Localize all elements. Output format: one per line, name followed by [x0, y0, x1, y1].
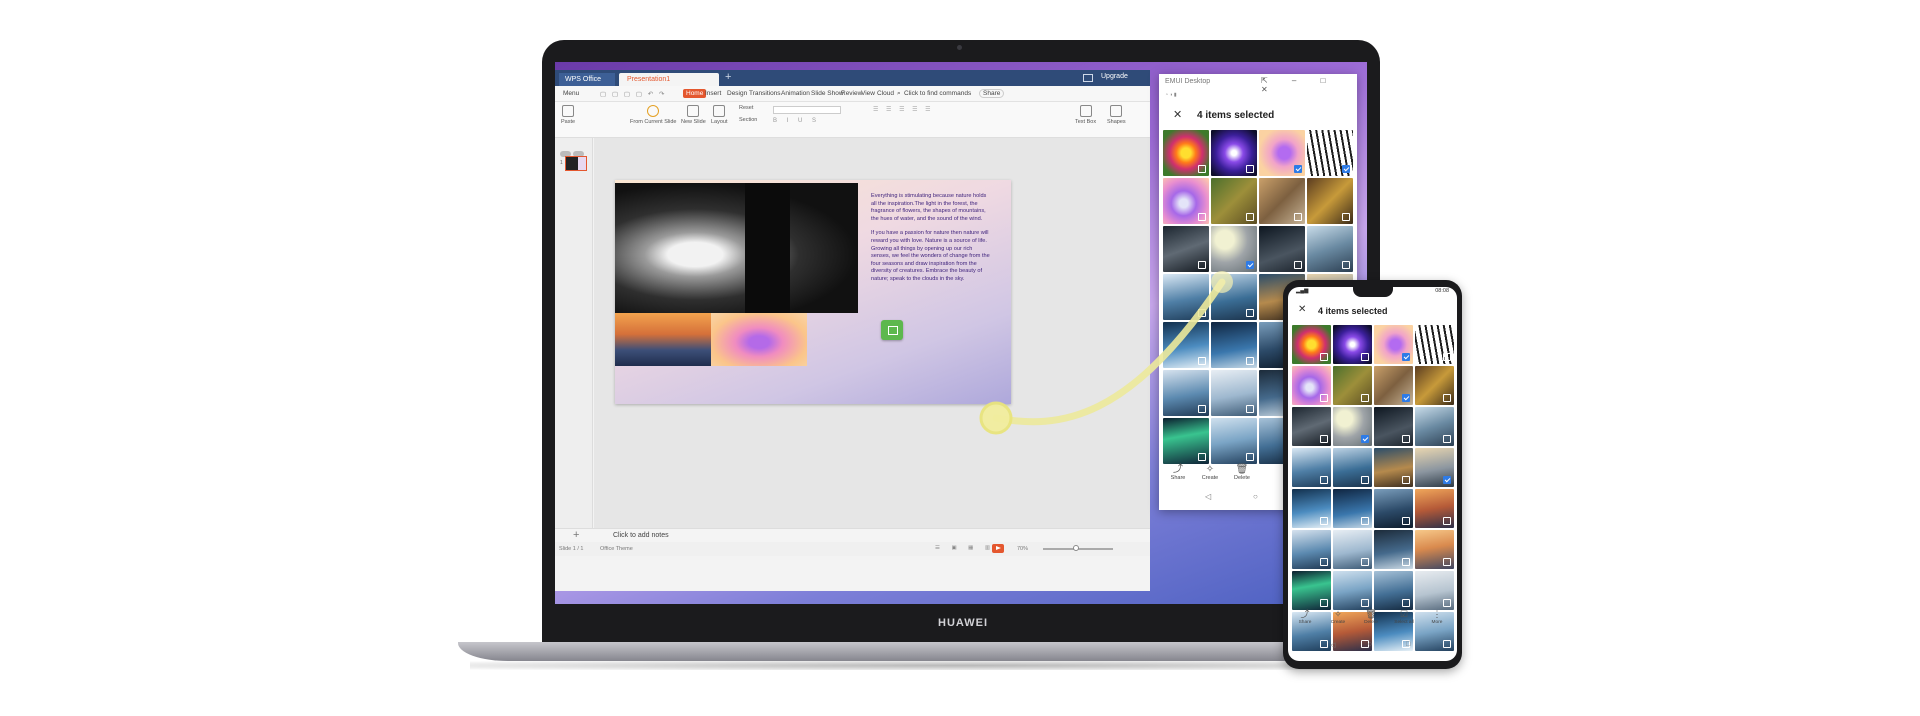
- checkbox-icon[interactable]: [1443, 517, 1451, 525]
- checkbox-icon[interactable]: [1402, 517, 1410, 525]
- phone-action-bar: ⤴ Share ✧ Create 🗑 Delete ☑ Select all ⋮ More: [1288, 609, 1457, 633]
- phone-select-all-button[interactable]: ☑ Select all: [1391, 609, 1417, 625]
- phone-photo-tile[interactable]: [1374, 325, 1413, 364]
- phone-photo-tile[interactable]: [1374, 448, 1413, 487]
- checkbox-icon[interactable]: [1320, 558, 1328, 566]
- phone-photo-tile[interactable]: [1292, 448, 1331, 487]
- select-all-icon: ☑: [1399, 609, 1409, 619]
- drag-path-overlay: [979, 271, 1233, 435]
- checkbox-icon[interactable]: [1361, 394, 1369, 402]
- checkbox-icon[interactable]: [1361, 517, 1369, 525]
- phone-photo-tile[interactable]: [1292, 489, 1331, 528]
- checkbox-checked-icon[interactable]: [1402, 353, 1410, 361]
- phone-photo-tile[interactable]: [1292, 325, 1331, 364]
- phone-photo-tile[interactable]: [1292, 530, 1331, 569]
- phone-photo-tile[interactable]: [1292, 407, 1331, 446]
- phone-status-bar: ▂▄▆ 08:08: [1296, 288, 1449, 294]
- checkbox-icon[interactable]: [1443, 558, 1451, 566]
- smartphone: ▂▄▆ 08:08 ✕ 4 items selected ⤴ Share ✧ Cre…: [1283, 280, 1462, 669]
- checkbox-icon[interactable]: [1320, 353, 1328, 361]
- checkbox-icon[interactable]: [1443, 394, 1451, 402]
- checkbox-icon[interactable]: [1361, 353, 1369, 361]
- checkbox-icon[interactable]: [1402, 476, 1410, 484]
- drag-touch-point: [979, 401, 1013, 435]
- phone-photo-tile[interactable]: [1333, 325, 1372, 364]
- phone-share-button[interactable]: ⤴ Share: [1292, 609, 1318, 625]
- phone-selection-bar: ✕ 4 items selected: [1288, 301, 1457, 321]
- drag-start-point: [1211, 271, 1233, 293]
- checkbox-icon[interactable]: [1402, 558, 1410, 566]
- phone-nav-bar: ◁ ○ □: [1288, 639, 1457, 653]
- checkbox-icon[interactable]: [1402, 435, 1410, 443]
- drag-path: [992, 278, 1226, 426]
- checkbox-icon[interactable]: [1320, 476, 1328, 484]
- phone-photo-tile[interactable]: [1415, 530, 1454, 569]
- phone-photo-tile[interactable]: [1374, 571, 1413, 610]
- phone-photo-tile[interactable]: [1415, 325, 1454, 364]
- phone-photo-tile[interactable]: [1415, 407, 1454, 446]
- phone-photo-tile[interactable]: [1333, 530, 1372, 569]
- checkbox-checked-icon[interactable]: [1443, 476, 1451, 484]
- phone-delete-label: Delete: [1364, 620, 1378, 625]
- phone-photo-tile[interactable]: [1292, 366, 1331, 405]
- phone-create-label: Create: [1330, 620, 1346, 625]
- phone-photo-tile[interactable]: [1333, 571, 1372, 610]
- checkbox-icon[interactable]: [1443, 599, 1451, 607]
- checkbox-icon[interactable]: [1320, 394, 1328, 402]
- more-icon: ⋮: [1432, 609, 1442, 619]
- phone-delete-button[interactable]: 🗑 Delete: [1358, 609, 1384, 625]
- phone-photo-tile[interactable]: [1292, 571, 1331, 610]
- phone-photo-tile[interactable]: [1415, 448, 1454, 487]
- lightbulb-icon: ✧: [1334, 609, 1342, 619]
- signal-icon: ▂▄▆: [1296, 288, 1309, 294]
- checkbox-icon[interactable]: [1320, 599, 1328, 607]
- phone-photo-tile[interactable]: [1333, 448, 1372, 487]
- back-icon[interactable]: ◁: [1330, 641, 1335, 649]
- phone-clock: 08:08: [1435, 288, 1449, 294]
- checkbox-icon[interactable]: [1361, 558, 1369, 566]
- checkbox-icon[interactable]: [1402, 599, 1410, 607]
- phone-share-label: Share: [1298, 620, 1312, 625]
- phone-photo-grid: [1292, 325, 1454, 651]
- checkbox-icon[interactable]: [1361, 476, 1369, 484]
- checkbox-checked-icon[interactable]: [1361, 435, 1369, 443]
- phone-create-button[interactable]: ✧ Create: [1325, 609, 1351, 625]
- home-icon[interactable]: ○: [1368, 641, 1372, 648]
- phone-photo-tile[interactable]: [1374, 530, 1413, 569]
- checkbox-icon[interactable]: [1443, 353, 1451, 361]
- recents-icon[interactable]: □: [1406, 641, 1410, 648]
- phone-photo-tile[interactable]: [1415, 571, 1454, 610]
- phone-photo-tile[interactable]: [1374, 489, 1413, 528]
- phone-photo-tile[interactable]: [1415, 366, 1454, 405]
- checkbox-icon[interactable]: [1320, 517, 1328, 525]
- phone-select-all-label: Select all: [1394, 620, 1414, 625]
- phone-more-label: More: [1431, 620, 1443, 625]
- close-icon[interactable]: ✕: [1298, 304, 1306, 315]
- checkbox-checked-icon[interactable]: [1402, 394, 1410, 402]
- share-icon: ⤴: [1300, 609, 1310, 619]
- phone-photo-tile[interactable]: [1415, 489, 1454, 528]
- phone-screen: ▂▄▆ 08:08 ✕ 4 items selected ⤴ Share ✧ Cre…: [1288, 287, 1457, 661]
- phone-photo-tile[interactable]: [1333, 407, 1372, 446]
- phone-photo-tile[interactable]: [1374, 407, 1413, 446]
- phone-photo-tile[interactable]: [1374, 366, 1413, 405]
- checkbox-icon[interactable]: [1361, 599, 1369, 607]
- checkbox-icon[interactable]: [1443, 435, 1451, 443]
- phone-photo-tile[interactable]: [1333, 366, 1372, 405]
- trash-icon: 🗑: [1365, 609, 1377, 619]
- phone-selection-count: 4 items selected: [1318, 306, 1388, 316]
- checkbox-icon[interactable]: [1320, 435, 1328, 443]
- phone-more-button[interactable]: ⋮ More: [1424, 609, 1450, 625]
- phone-photo-tile[interactable]: [1333, 489, 1372, 528]
